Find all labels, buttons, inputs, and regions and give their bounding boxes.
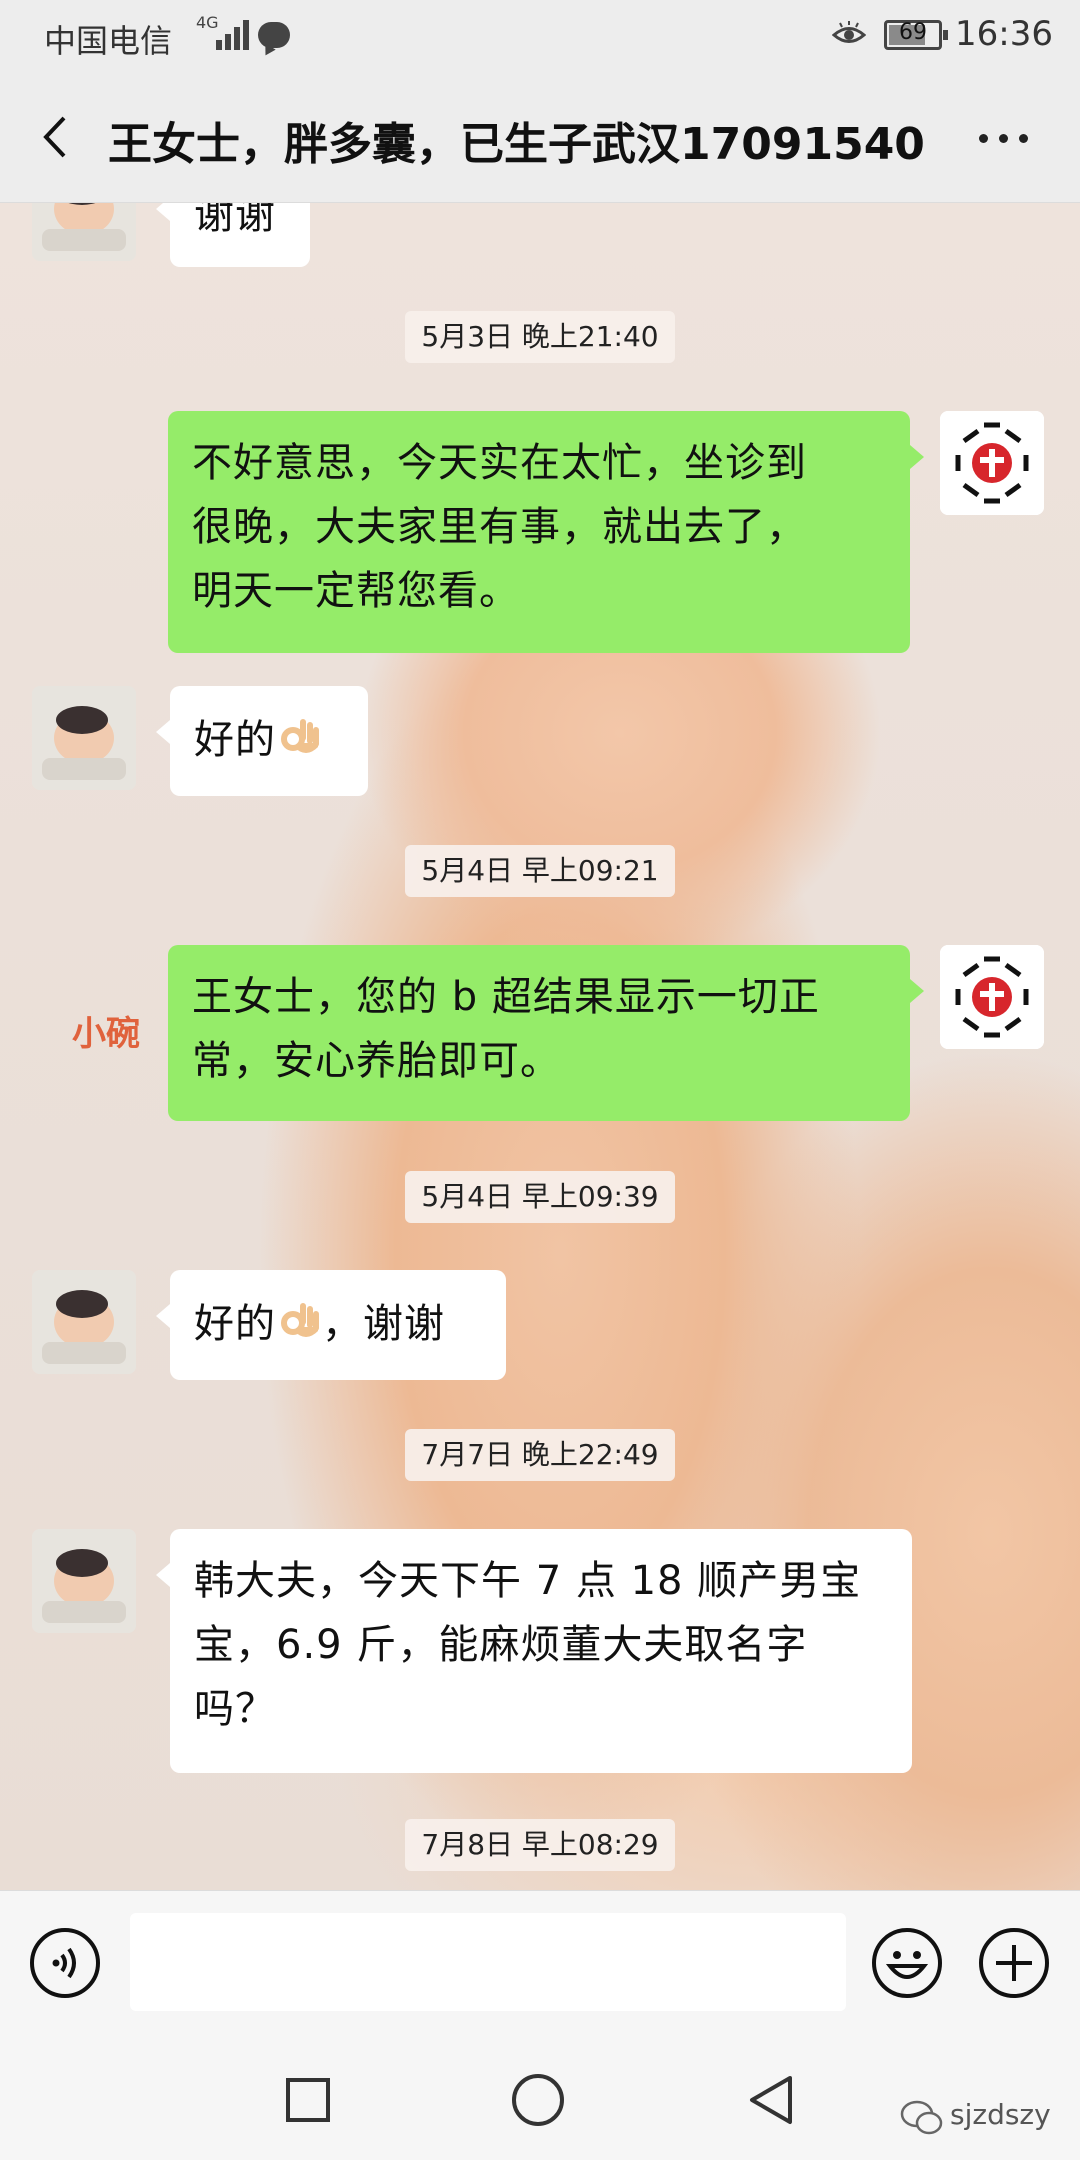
back-icon[interactable] <box>36 112 76 162</box>
contact-avatar[interactable] <box>32 1270 136 1374</box>
message-text: 好的 <box>194 1301 276 1347</box>
plus-icon[interactable] <box>977 1926 1051 2000</box>
timestamp: 7月7日 晚上22:49 <box>0 1429 1080 1483</box>
ok-hand-emoji <box>281 719 319 753</box>
baby-avatar-image <box>32 203 136 261</box>
ok-hand-emoji <box>281 1303 319 1337</box>
message-line: 常，安心养胎即可。 <box>192 1038 561 1084</box>
doctor-avatar[interactable] <box>940 411 1044 515</box>
chat-area[interactable]: 谢谢 小碗 5月3日 晚上21:40 不好意思，今天实在太忙，坐诊到 很晚，大夫… <box>0 203 1080 1890</box>
contact-avatar[interactable] <box>32 686 136 790</box>
message-bubble-incoming[interactable]: 好的 <box>156 686 368 796</box>
home-button[interactable] <box>512 2074 564 2126</box>
message-line: 韩大夫，今天下午 7 点 18 顺产男宝 <box>194 1558 862 1604</box>
recent-apps-button[interactable] <box>286 2078 330 2122</box>
timestamp: 7月8日 早上08:29 <box>0 1819 1080 1873</box>
message-text: 好的 <box>194 717 276 763</box>
message-line: 王女士，您的 b 超结果显示一切正 <box>192 974 820 1020</box>
baby-avatar-image <box>32 1529 136 1633</box>
message-line: 不好意思，今天实在太忙，坐诊到 <box>192 440 807 486</box>
battery-level: 69 <box>899 20 927 45</box>
message-bubble-outgoing[interactable]: 不好意思，今天实在太忙，坐诊到 很晚，大夫家里有事，就出去了， 明天一定帮您看。 <box>168 411 924 653</box>
nav-back-button[interactable] <box>746 2074 796 2126</box>
hospital-logo-icon <box>940 411 1044 515</box>
message-notification-icon <box>258 22 290 48</box>
emoji-icon[interactable] <box>870 1926 944 2000</box>
message-line: 吗？ <box>194 1686 276 1732</box>
message-text: 谢谢 <box>194 203 276 238</box>
message-bubble-incoming[interactable]: 谢谢 <box>156 203 310 267</box>
more-icon[interactable] <box>975 128 1035 148</box>
message-bubble-outgoing[interactable]: 王女士，您的 b 超结果显示一切正 常，安心养胎即可。 <box>168 945 924 1121</box>
doctor-avatar[interactable] <box>940 945 1044 1049</box>
chat-header: 王女士，胖多囊，已生子武汉17091540 <box>0 72 1080 203</box>
voice-icon[interactable] <box>28 1926 102 2000</box>
eye-icon <box>832 21 866 43</box>
timestamp: 5月4日 早上09:39 <box>0 1171 1080 1225</box>
message-input[interactable] <box>130 1913 846 2011</box>
contact-avatar[interactable] <box>32 203 136 261</box>
message-line: 宝，6.9 斤，能麻烦董大夫取名字 <box>194 1622 808 1668</box>
message-line: 很晚，大夫家里有事，就出去了， <box>192 504 807 550</box>
wechat-logo-icon <box>900 2100 943 2135</box>
watermark-text: 小碗 <box>72 1014 140 1054</box>
timestamp: 5月4日 早上09:21 <box>0 845 1080 899</box>
watermark-account: sjzdszy <box>950 2098 1051 2131</box>
battery-icon: 69 <box>884 20 948 50</box>
timestamp: 5月3日 晚上21:40 <box>0 311 1080 365</box>
hospital-logo-icon <box>940 945 1044 1049</box>
message-text: ，谢谢 <box>322 1301 445 1347</box>
baby-avatar-image <box>32 1270 136 1374</box>
contact-avatar[interactable] <box>32 1529 136 1633</box>
carrier-name: 中国电信 <box>44 22 173 60</box>
navigation-bar: sjzdszy <box>0 2030 1080 2160</box>
message-bubble-incoming[interactable]: 好的 ，谢谢 <box>156 1270 506 1380</box>
message-line: 明天一定帮您看。 <box>192 568 520 614</box>
input-bar <box>0 1890 1080 2031</box>
signal-icon <box>216 20 252 50</box>
message-bubble-incoming[interactable]: 韩大夫，今天下午 7 点 18 顺产男宝 宝，6.9 斤，能麻烦董大夫取名字 吗… <box>156 1529 912 1773</box>
status-bar: 中国电信 4G 69 16:36 <box>0 0 1080 72</box>
chat-title: 王女士，胖多囊，已生子武汉17091540 <box>108 119 925 170</box>
clock: 16:36 <box>955 14 1053 54</box>
baby-avatar-image <box>32 686 136 790</box>
